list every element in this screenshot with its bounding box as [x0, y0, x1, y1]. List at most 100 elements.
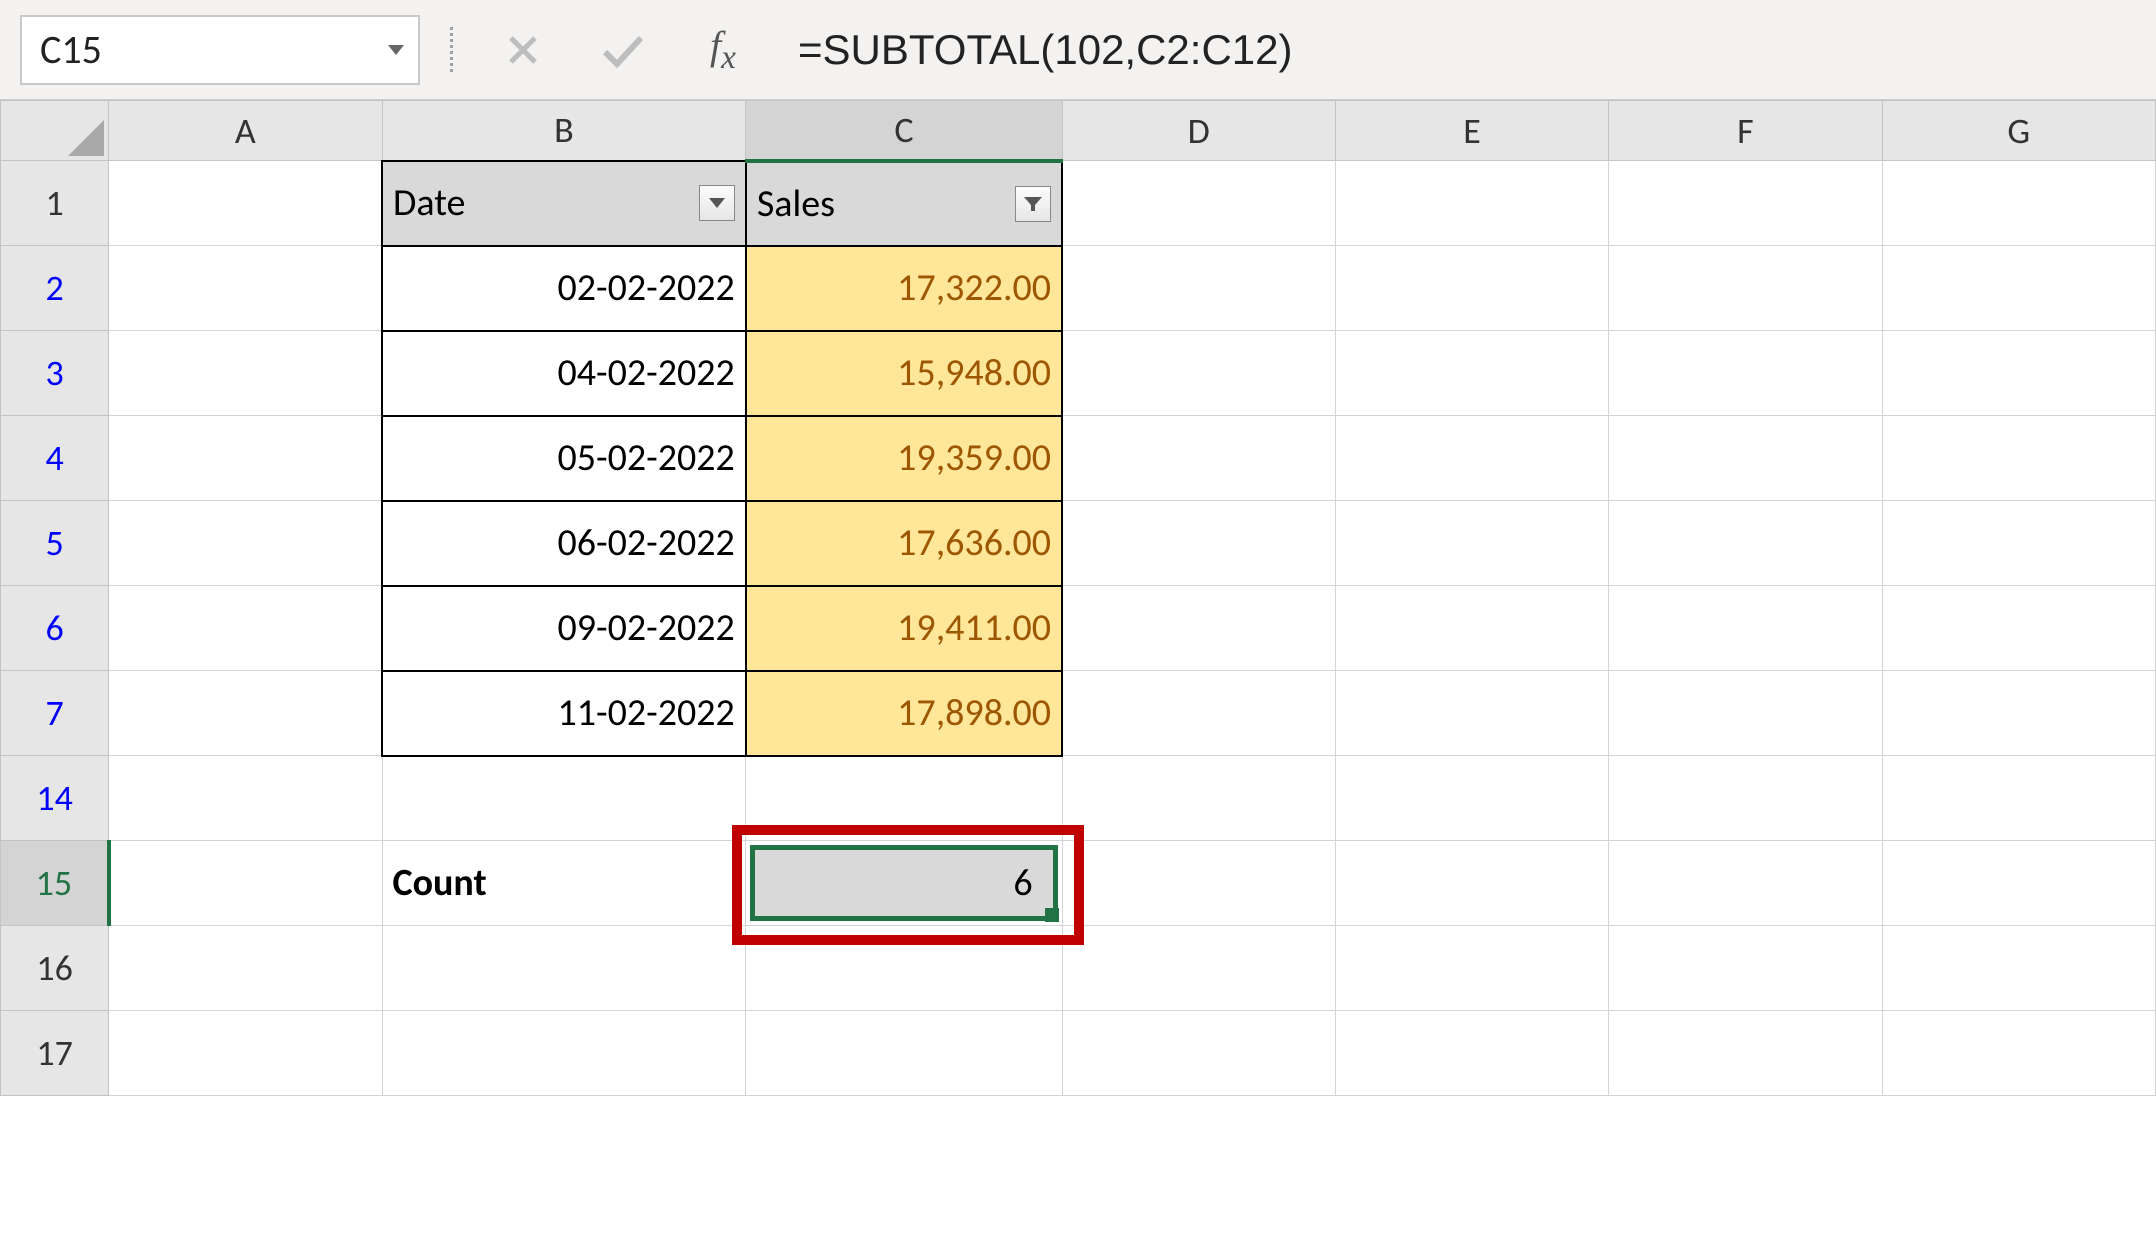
cell[interactable] — [1062, 756, 1335, 841]
table-header-date[interactable]: Date — [382, 161, 746, 246]
summary-value-cell[interactable]: 6 — [746, 841, 1062, 926]
row-header[interactable]: 16 — [1, 926, 109, 1011]
cell[interactable] — [1609, 331, 1882, 416]
cell[interactable] — [1335, 926, 1608, 1011]
select-all-corner[interactable] — [1, 101, 109, 161]
col-header-g[interactable]: G — [1882, 101, 2155, 161]
cell[interactable] — [1882, 756, 2155, 841]
cell[interactable] — [109, 841, 382, 926]
cell[interactable] — [1335, 416, 1608, 501]
col-header-b[interactable]: B — [382, 101, 746, 161]
cell[interactable] — [1609, 1011, 1882, 1096]
cell[interactable] — [1609, 841, 1882, 926]
cell-sales[interactable]: 17,322.00 — [746, 246, 1062, 331]
cell-sales[interactable]: 17,636.00 — [746, 501, 1062, 586]
cell[interactable] — [1062, 161, 1335, 246]
cell[interactable] — [1609, 501, 1882, 586]
cell[interactable] — [109, 416, 382, 501]
row-header[interactable]: 15 — [1, 841, 109, 926]
cell[interactable] — [1882, 501, 2155, 586]
cell[interactable] — [746, 1011, 1062, 1096]
row-header[interactable]: 4 — [1, 416, 109, 501]
name-box-dropdown-icon[interactable] — [384, 38, 408, 62]
cell[interactable] — [1062, 416, 1335, 501]
cell-sales[interactable]: 17,898.00 — [746, 671, 1062, 756]
row-header[interactable]: 3 — [1, 331, 109, 416]
cell[interactable] — [1882, 671, 2155, 756]
cell[interactable] — [1882, 331, 2155, 416]
fx-icon[interactable]: fx — [688, 22, 758, 77]
cell[interactable] — [1335, 1011, 1608, 1096]
cell[interactable] — [1335, 841, 1608, 926]
filter-active-icon[interactable] — [1015, 186, 1051, 222]
filter-dropdown-icon[interactable] — [699, 185, 735, 221]
cell[interactable] — [1882, 416, 2155, 501]
cell[interactable] — [746, 756, 1062, 841]
cell-sales[interactable]: 19,359.00 — [746, 416, 1062, 501]
cell[interactable] — [382, 926, 746, 1011]
cell-date[interactable]: 06-02-2022 — [382, 501, 746, 586]
cell[interactable] — [109, 331, 382, 416]
cell[interactable] — [1062, 841, 1335, 926]
cell[interactable] — [109, 756, 382, 841]
cell[interactable] — [1335, 161, 1608, 246]
cell[interactable] — [1062, 586, 1335, 671]
row-header[interactable]: 14 — [1, 756, 109, 841]
cell[interactable] — [1062, 501, 1335, 586]
cell[interactable] — [1062, 1011, 1335, 1096]
cell[interactable] — [109, 926, 382, 1011]
cell[interactable] — [1609, 416, 1882, 501]
col-header-e[interactable]: E — [1335, 101, 1608, 161]
cell[interactable] — [746, 926, 1062, 1011]
cell-date[interactable]: 04-02-2022 — [382, 331, 746, 416]
col-header-c[interactable]: C — [746, 101, 1062, 161]
cell-date[interactable]: 11-02-2022 — [382, 671, 746, 756]
cell[interactable] — [1335, 246, 1608, 331]
cell[interactable] — [1609, 161, 1882, 246]
cell[interactable] — [1609, 586, 1882, 671]
cell[interactable] — [109, 586, 382, 671]
name-box[interactable]: C15 — [20, 15, 420, 85]
cell[interactable] — [1062, 246, 1335, 331]
cell[interactable] — [1335, 756, 1608, 841]
cell[interactable] — [1882, 246, 2155, 331]
cell[interactable] — [1882, 586, 2155, 671]
cell[interactable] — [109, 501, 382, 586]
row-header[interactable]: 6 — [1, 586, 109, 671]
table-header-sales[interactable]: Sales — [746, 161, 1062, 246]
cell[interactable] — [1062, 671, 1335, 756]
row-header[interactable]: 2 — [1, 246, 109, 331]
cell[interactable] — [1062, 331, 1335, 416]
cell[interactable] — [1609, 756, 1882, 841]
cell[interactable] — [1882, 1011, 2155, 1096]
row-header[interactable]: 7 — [1, 671, 109, 756]
cell[interactable] — [382, 756, 746, 841]
row-header[interactable]: 1 — [1, 161, 109, 246]
cell-date[interactable]: 02-02-2022 — [382, 246, 746, 331]
cell[interactable] — [1609, 926, 1882, 1011]
cell[interactable] — [109, 671, 382, 756]
cell-sales[interactable]: 15,948.00 — [746, 331, 1062, 416]
cell[interactable] — [109, 161, 382, 246]
col-header-d[interactable]: D — [1062, 101, 1335, 161]
summary-label-cell[interactable]: Count — [382, 841, 746, 926]
row-header[interactable]: 5 — [1, 501, 109, 586]
cell[interactable] — [1335, 586, 1608, 671]
cell[interactable] — [1062, 926, 1335, 1011]
cell[interactable] — [1882, 926, 2155, 1011]
cell[interactable] — [1609, 671, 1882, 756]
cell-sales[interactable]: 19,411.00 — [746, 586, 1062, 671]
cell[interactable] — [1335, 331, 1608, 416]
formula-input[interactable] — [788, 15, 2136, 85]
cell-date[interactable]: 05-02-2022 — [382, 416, 746, 501]
cell[interactable] — [1335, 671, 1608, 756]
cell-date[interactable]: 09-02-2022 — [382, 586, 746, 671]
cell[interactable] — [1609, 246, 1882, 331]
cancel-button[interactable] — [488, 20, 558, 80]
cell[interactable] — [109, 1011, 382, 1096]
col-header-a[interactable]: A — [109, 101, 382, 161]
col-header-f[interactable]: F — [1609, 101, 1882, 161]
cell[interactable] — [1882, 841, 2155, 926]
cell[interactable] — [1335, 501, 1608, 586]
row-header[interactable]: 17 — [1, 1011, 109, 1096]
